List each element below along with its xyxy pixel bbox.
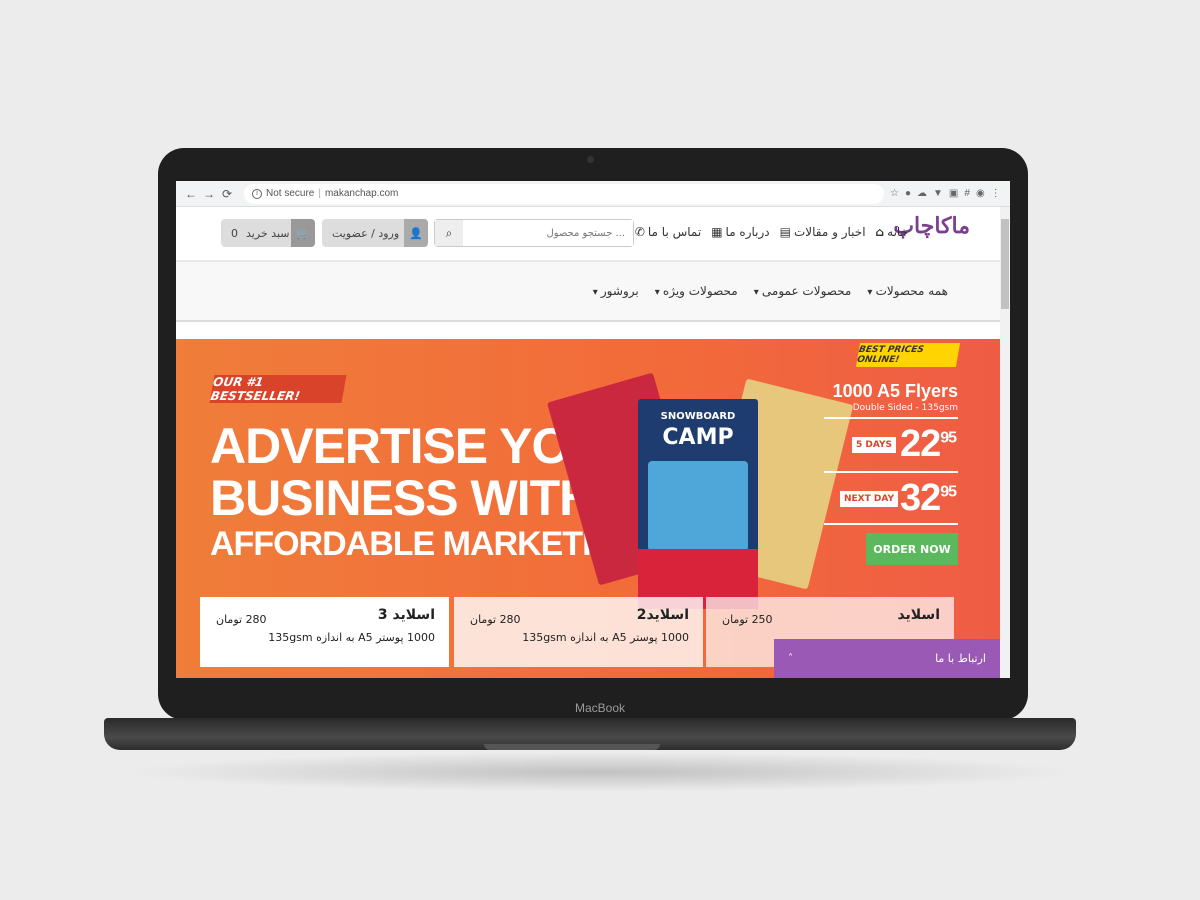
search-icon: ⌕ <box>445 225 453 240</box>
calculator-extension-icon[interactable]: ▣ <box>949 188 958 199</box>
device-brand: MacBook <box>574 701 626 715</box>
page-scrollbar[interactable] <box>1000 207 1010 678</box>
search-box: ⌕ <box>434 219 634 247</box>
slide-price: 280 تومان <box>216 613 267 626</box>
top-link-label: تماس با ما <box>647 225 702 239</box>
camera-icon <box>587 156 594 163</box>
laptop-base <box>104 718 1076 750</box>
security-label: Not secure <box>266 188 315 199</box>
contact-us-label: ارتباط با ما <box>935 652 986 665</box>
filter-extension-icon[interactable]: ▼ <box>933 188 943 199</box>
top-link-label: اخبار و مقالات <box>794 225 866 239</box>
cart-button[interactable]: 0 سبد خرید 🛒 <box>221 219 315 247</box>
menu-item-special-products[interactable]: محصولات ویژه <box>655 284 738 298</box>
flyer-image-center: SNOWBOARD CAMP <box>638 399 758 609</box>
slide-price: 280 تومان <box>470 613 521 626</box>
bookmark-star-icon[interactable]: ☆ <box>890 188 899 199</box>
product-subtitle: Double Sided - 135gsm <box>852 403 958 413</box>
grid-extension-icon[interactable]: # <box>964 188 970 199</box>
price-divider <box>824 523 958 525</box>
news-icon: ▤ <box>779 225 791 239</box>
slide-card[interactable]: اسلاید2 280 تومان 1000 پوستر A5 به انداز… <box>454 597 703 667</box>
cart-count: 0 <box>231 226 238 240</box>
menu-item-all-products[interactable]: همه محصولات <box>867 284 948 298</box>
order-now-button[interactable]: ORDER NOW <box>866 533 958 565</box>
search-input[interactable] <box>463 220 633 246</box>
flyer-main-text: CAMP <box>662 425 734 450</box>
user-icon: 👤 <box>404 219 428 247</box>
option-next-day-price: 3295 <box>900 477 957 520</box>
login-label: ورود / عضویت <box>332 226 400 240</box>
profile-avatar-icon[interactable]: ◉ <box>976 188 985 199</box>
login-button[interactable]: ورود / عضویت 👤 <box>322 219 428 247</box>
price-whole: 32 <box>900 477 941 519</box>
top-link-contact[interactable]: ✆ تماس با ما <box>635 225 701 239</box>
best-prices-badge: BEST PRICES ONLINE! <box>855 343 961 367</box>
slide-card[interactable]: اسلاید 3 280 تومان 1000 پوستر A5 به اندا… <box>200 597 449 667</box>
product-title: 1000 A5 Flyers <box>832 381 958 401</box>
about-icon: ▦ <box>711 225 723 239</box>
top-link-label: خانه <box>887 225 908 239</box>
scroll-thumb[interactable] <box>1001 219 1009 309</box>
phone-icon: ✆ <box>634 225 645 239</box>
slide-price: 250 تومان <box>722 613 773 626</box>
slide-description: 1000 پوستر A5 به اندازه 135gsm <box>268 631 435 644</box>
option-next-day-label: NEXT DAY <box>840 491 898 507</box>
menu-item-general-products[interactable]: محصولات عمومی <box>754 284 851 298</box>
top-links: ⌂ خانه ▤ اخبار و مقالات ▦ درباره ما ✆ تماس ب… <box>635 225 908 239</box>
top-link-label: درباره ما <box>725 225 770 239</box>
option-5-days-price: 2295 <box>900 423 957 466</box>
option-5-days-label: 5 DAYS <box>852 437 896 453</box>
cart-label: سبد خرید <box>246 226 290 240</box>
reload-button[interactable]: ⟳ <box>218 187 236 201</box>
snowboarder-illustration <box>648 461 748 551</box>
top-link-news[interactable]: ▤ اخبار و مقالات <box>780 225 866 239</box>
home-icon: ⌂ <box>875 225 885 239</box>
chevron-up-icon[interactable]: ˄ <box>788 653 793 664</box>
price-divider <box>824 417 958 419</box>
url-separator: | <box>318 188 321 199</box>
top-link-home[interactable]: ⌂ خانه <box>876 225 908 239</box>
extension-icon[interactable]: ● <box>905 188 911 199</box>
cloud-extension-icon[interactable]: ☁ <box>917 188 927 199</box>
top-link-about[interactable]: ▦ درباره ما <box>711 225 769 239</box>
info-icon[interactable]: i <box>252 188 262 199</box>
browser-toolbar: ← → ⟳ i Not secure | makanchap.com ☆ ● ☁… <box>176 181 1010 207</box>
flyer-title: SNOWBOARD <box>660 411 736 422</box>
main-menu: همه محصولات محصولات عمومی محصولات ویژه ب… <box>176 262 1000 322</box>
price-cents: 95 <box>940 429 957 447</box>
hero-banner[interactable]: OUR #1 BESTSELLER! ADVERTISE YOUR BUSINE… <box>176 339 1000 678</box>
menu-dots-icon[interactable]: ⋮ <box>991 188 1001 199</box>
address-bar[interactable]: i Not secure | makanchap.com <box>244 183 884 204</box>
menu-item-brochure[interactable]: بروشور <box>593 284 639 298</box>
price-divider <box>824 471 958 473</box>
base-notch <box>484 744 660 750</box>
menu-items: همه محصولات محصولات عمومی محصولات ویژه ب… <box>593 284 948 298</box>
laptop-shadow <box>120 752 1080 792</box>
screen: ← → ⟳ i Not secure | makanchap.com ☆ ● ☁… <box>176 181 1010 678</box>
slide-description: 1000 پوستر A5 به اندازه 135gsm <box>522 631 689 644</box>
price-cents: 95 <box>940 483 957 501</box>
url-text: makanchap.com <box>324 188 399 199</box>
back-button[interactable]: ← <box>182 187 200 201</box>
cart-icon: 🛒 <box>291 219 315 247</box>
bestseller-badge: OUR #1 BESTSELLER! <box>209 375 347 403</box>
site-header: ماکاچاپ ⌂ خانه ▤ اخبار و مقالات ▦ درباره ما… <box>176 207 1000 262</box>
price-whole: 22 <box>900 423 941 465</box>
forward-button[interactable]: → <box>200 187 218 201</box>
contact-us-widget[interactable]: ارتباط با ما ˄ <box>774 639 1000 678</box>
search-button[interactable]: ⌕ <box>435 220 463 246</box>
